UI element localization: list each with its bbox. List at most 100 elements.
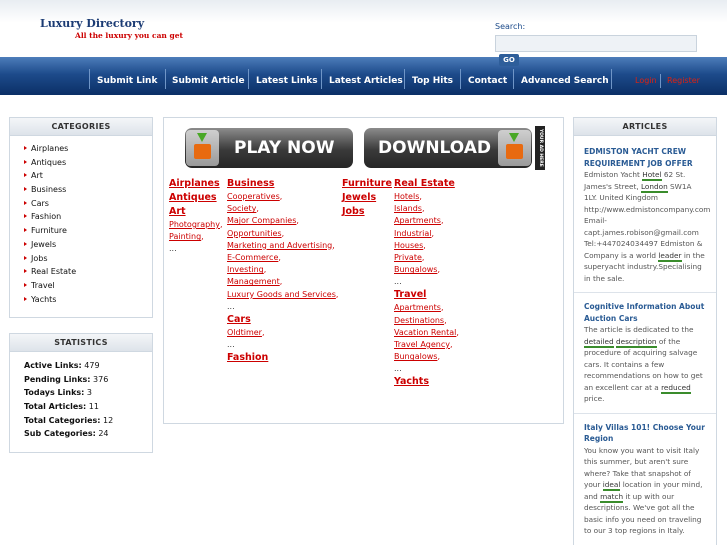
more-ellipsis: ... — [169, 244, 177, 254]
dir-sub-link[interactable]: Private — [394, 253, 422, 262]
category-fashion[interactable]: Fashion — [24, 210, 152, 224]
category-business[interactable]: Business — [24, 183, 152, 197]
dir-sub-link[interactable]: Opportunities — [227, 229, 282, 238]
dir-sub-link[interactable]: Painting — [169, 232, 201, 241]
dir-sub-link[interactable]: Bungalows — [394, 352, 437, 361]
category-yachts[interactable]: Yachts — [24, 293, 152, 307]
dir-sub-link[interactable]: Photography — [169, 220, 220, 229]
subcategory-item: Houses, — [394, 240, 426, 250]
more-ellipsis: ... — [394, 364, 402, 374]
category-cars[interactable]: Cars — [24, 197, 152, 211]
dir-sub-link[interactable]: E-Commerce — [227, 253, 278, 262]
category-airplanes[interactable]: Airplanes — [24, 142, 152, 156]
dir-yachts[interactable]: Yachts — [394, 375, 459, 389]
dir-sub-link[interactable]: Bungalows — [394, 265, 437, 274]
gift-download-icon — [186, 130, 219, 166]
dir-fashion[interactable]: Fashion — [227, 351, 338, 365]
article-text: Edmiston Yacht — [584, 170, 643, 179]
nav-separator — [460, 69, 461, 89]
subcategory-item: Bungalows, — [394, 265, 440, 275]
dir-antiques[interactable]: Antiques — [169, 191, 223, 205]
search-go-button[interactable]: GO — [499, 54, 519, 66]
article-title[interactable]: Italy Villas 101! Choose Your Region — [584, 422, 706, 445]
category-travel[interactable]: Travel — [24, 279, 152, 293]
nav-latest-links[interactable]: Latest Links — [256, 73, 318, 89]
nav-contact[interactable]: Contact — [468, 73, 507, 89]
category-furniture[interactable]: Furniture — [24, 224, 152, 238]
keyword-link[interactable]: London — [640, 181, 668, 193]
dir-jobs[interactable]: Jobs — [342, 205, 392, 219]
category-antiques[interactable]: Antiques — [24, 156, 152, 170]
dir-business[interactable]: Business — [227, 177, 338, 191]
dir-jewels[interactable]: Jewels — [342, 191, 392, 205]
nav-separator — [248, 69, 249, 89]
search-input[interactable] — [495, 35, 697, 52]
article-item: EDMISTON YACHT CREW REQUIREMENT JOB OFFE… — [574, 146, 716, 284]
subcategory-item: Apartments, — [394, 303, 444, 313]
dir-sub-link[interactable]: Vacation Rental — [394, 328, 456, 337]
category-real-estate[interactable]: Real Estate — [24, 265, 152, 279]
dir-sub-link[interactable]: Management — [227, 277, 280, 286]
dir-sub-link[interactable]: Islands — [394, 204, 422, 213]
dir-sub-link[interactable]: Cooperatives — [227, 192, 280, 201]
nav-separator — [404, 69, 405, 89]
logo-title[interactable]: Luxury Directory — [40, 17, 144, 30]
category-art[interactable]: Art — [24, 169, 152, 183]
dir-sub-link[interactable]: Apartments — [394, 303, 441, 312]
stat-value: 3 — [86, 388, 92, 398]
subcategory-item: Destinations, — [394, 315, 447, 325]
dir-sub-link[interactable]: Major Companies — [227, 216, 296, 225]
dir-sub-link[interactable]: Destinations — [394, 316, 444, 325]
keyword-link[interactable]: leader — [658, 250, 682, 262]
dir-furniture[interactable]: Furniture — [342, 177, 392, 191]
dir-art[interactable]: Art — [169, 205, 223, 219]
nav-submit-link[interactable]: Submit Link — [97, 73, 157, 89]
play-now-label: PLAY NOW — [234, 138, 335, 158]
nav-advanced-search[interactable]: Advanced Search — [521, 73, 609, 89]
dir-real-estate[interactable]: Real Estate — [394, 177, 459, 191]
nav-latest-articles[interactable]: Latest Articles — [329, 73, 403, 89]
dir-sub-link[interactable]: Hotels — [394, 192, 419, 201]
login-link[interactable]: Login — [635, 73, 657, 89]
stat-label: Active Links: — [24, 361, 82, 370]
subcategory-item: Islands, — [394, 204, 425, 214]
keyword-link[interactable]: detailed — [584, 336, 614, 348]
download-banner[interactable]: DOWNLOAD — [364, 128, 532, 168]
stat-row: Todays Links: 3 — [24, 386, 152, 400]
dir-sub-link[interactable]: Luxury Goods and Services — [227, 290, 336, 299]
dir-travel[interactable]: Travel — [394, 288, 459, 302]
keyword-link[interactable]: description — [615, 336, 657, 348]
subcategory-item: Oldtimer, — [227, 327, 265, 337]
dir-sub-link[interactable]: Industrial — [394, 229, 432, 238]
keyword-link[interactable]: match — [600, 491, 624, 503]
keyword-link[interactable]: reduced — [661, 382, 691, 394]
dir-sub-link[interactable]: Society — [227, 204, 256, 213]
dir-sub-link[interactable]: Houses — [394, 241, 423, 250]
keyword-link[interactable]: ideal — [602, 480, 621, 491]
keyword-link[interactable]: Hotel — [642, 170, 662, 181]
nav-top-hits[interactable]: Top Hits — [412, 73, 453, 89]
dir-sub-link[interactable]: Travel Agency — [394, 340, 450, 349]
dir-sub-link[interactable]: Investing — [227, 265, 264, 274]
nav-separator — [513, 69, 514, 89]
dir-sub-link[interactable]: Marketing and Advertising — [227, 241, 332, 250]
category-jobs[interactable]: Jobs — [24, 252, 152, 266]
article-title[interactable]: Cognitive Information About Auction Cars — [584, 301, 706, 324]
dir-sub-link[interactable]: Oldtimer — [227, 328, 262, 337]
dir-sub-link[interactable]: Apartments — [394, 216, 441, 225]
dir-airplanes[interactable]: Airplanes — [169, 177, 223, 191]
stat-value: 479 — [84, 361, 100, 370]
play-now-banner[interactable]: PLAY NOW — [185, 128, 353, 168]
nav-separator — [611, 69, 612, 89]
article-title[interactable]: EDMISTON YACHT CREW REQUIREMENT JOB OFFE… — [584, 146, 706, 169]
subcategory-item: Hotels, — [394, 192, 422, 201]
article-summary: The article is dedicated to the detailed… — [584, 324, 706, 405]
dir-cars[interactable]: Cars — [227, 313, 338, 327]
nav-submit-article[interactable]: Submit Article — [172, 73, 245, 89]
category-jewels[interactable]: Jewels — [24, 238, 152, 252]
subcategory-item: Painting, — [169, 232, 204, 242]
your-ad-here-label[interactable]: YOUR AD HERE — [535, 126, 545, 170]
nav-bar: Submit Link Submit Article Latest Links … — [0, 57, 727, 95]
directory-column-3: Furniture Jewels Jobs — [342, 177, 392, 219]
register-link[interactable]: Register — [667, 73, 700, 89]
